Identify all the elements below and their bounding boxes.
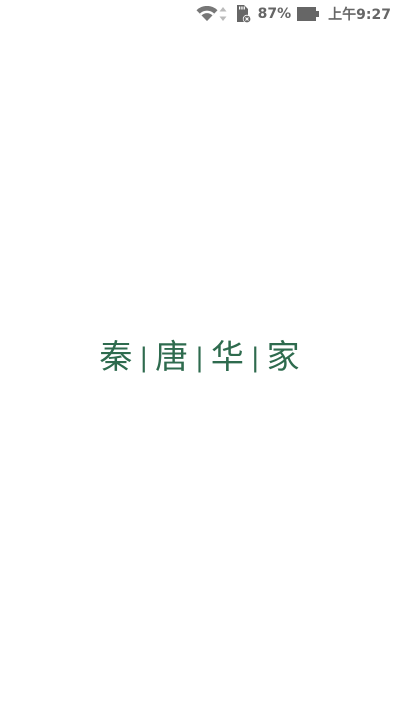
splash-char: 秦 (99, 337, 134, 376)
data-arrows-icon (219, 7, 227, 21)
splash-char: 华 (210, 337, 245, 376)
status-bar: 87% 上午9:27 (0, 0, 400, 28)
splash-separator: | (139, 343, 150, 373)
battery-percent: 87% (257, 6, 292, 22)
splash-separator: | (195, 343, 205, 373)
splash-char: 唐 (155, 337, 190, 376)
splash-char: 家 (266, 337, 301, 376)
wifi-icon (196, 5, 218, 22)
status-time: 上午9:27 (328, 7, 391, 23)
splash-screen: 87% 上午9:27 秦 | 唐 | 华 | 家 (0, 0, 400, 711)
battery-icon (297, 7, 320, 21)
splash-separator: | (250, 343, 261, 373)
sd-card-alert-icon (234, 4, 252, 24)
splash-title: 秦 | 唐 | 华 | 家 (0, 333, 400, 382)
